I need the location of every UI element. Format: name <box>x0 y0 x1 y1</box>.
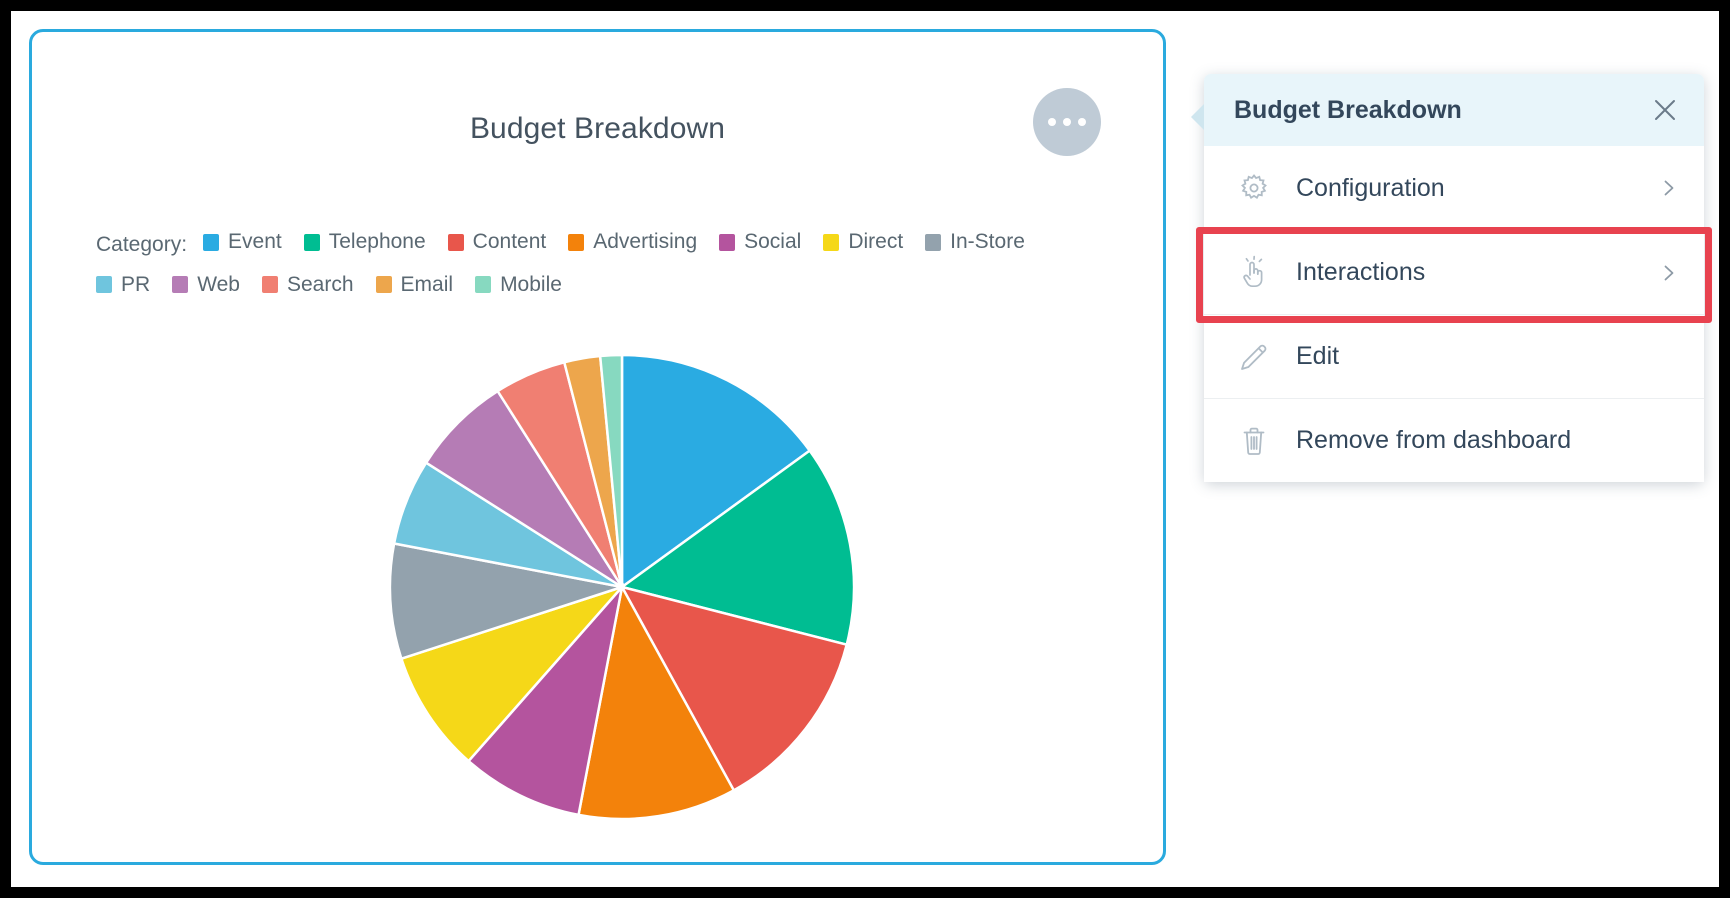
legend-color-swatch <box>262 276 278 293</box>
legend-item-label: In-Store <box>950 230 1025 253</box>
legend-item-label: Direct <box>848 230 904 253</box>
menu-item-remove-from-dashboard[interactable]: Remove from dashboard <box>1204 398 1704 482</box>
pie-chart-svg <box>388 353 856 821</box>
panel-pointer-arrow <box>1191 104 1204 130</box>
legend-item[interactable]: Direct <box>823 222 903 262</box>
legend-item[interactable]: Social <box>719 222 801 262</box>
legend-color-swatch <box>925 233 942 251</box>
legend-item-label: Event <box>228 230 282 253</box>
legend-color-swatch <box>823 233 840 251</box>
chart-legend: Category: Event Telephone Content Advertisin… <box>96 222 1116 307</box>
pencil-icon <box>1234 337 1274 377</box>
page-canvas: Budget Breakdown Category: Event Telephone… <box>11 11 1719 887</box>
legend-item-label: Social <box>744 230 802 253</box>
legend-color-swatch <box>375 276 392 293</box>
legend-item[interactable]: Telephone <box>303 222 426 262</box>
click-hand-icon <box>1234 253 1274 293</box>
legend-color-swatch <box>96 276 112 293</box>
legend-item[interactable]: Search <box>262 265 354 305</box>
panel-menu-list: Configuration Interactions Edit Remove from… <box>1204 146 1704 482</box>
trash-icon <box>1234 421 1274 461</box>
pie-chart <box>387 352 857 822</box>
panel-header: Budget Breakdown <box>1204 74 1704 146</box>
menu-item-interactions[interactable]: Interactions <box>1204 230 1704 314</box>
legend-item[interactable]: Event <box>203 222 282 262</box>
panel-title: Budget Breakdown <box>1234 95 1462 124</box>
close-icon[interactable] <box>1648 93 1682 127</box>
legend-color-swatch <box>203 233 220 251</box>
dashboard-card: Budget Breakdown Category: Event Telephone… <box>29 29 1166 865</box>
screenshot-frame: Budget Breakdown Category: Event Telephone… <box>0 0 1730 898</box>
menu-item-label: Edit <box>1296 342 1340 370</box>
menu-item-edit[interactable]: Edit <box>1204 314 1704 398</box>
legend-item-label: Advertising <box>593 230 698 253</box>
menu-item-configuration[interactable]: Configuration <box>1204 146 1704 230</box>
legend-color-swatch <box>447 233 464 251</box>
legend-item[interactable]: Content <box>447 222 547 262</box>
legend-item-label: Telephone <box>328 230 426 253</box>
legend-item-label: PR <box>121 272 151 296</box>
kebab-dot-1 <box>1048 118 1056 126</box>
more-options-button[interactable] <box>1033 88 1101 156</box>
legend-color-swatch <box>475 276 492 293</box>
legend-color-swatch <box>172 276 189 293</box>
kebab-dot-2 <box>1063 118 1071 126</box>
gear-icon <box>1234 168 1274 208</box>
legend-item[interactable]: Advertising <box>568 222 697 262</box>
legend-item-label: Web <box>197 272 240 296</box>
widget-options-panel: Budget Breakdown Configuration Interactio… <box>1191 74 1712 482</box>
legend-item-label: Mobile <box>500 272 562 296</box>
legend-item[interactable]: PR <box>96 265 150 305</box>
kebab-dot-3 <box>1078 118 1086 126</box>
legend-items: Event Telephone Content Advertising Social Di… <box>96 230 1047 299</box>
menu-item-label: Interactions <box>1296 258 1426 286</box>
legend-item[interactable]: Email <box>375 265 454 305</box>
chevron-right-icon <box>1658 177 1680 199</box>
pie-slices <box>388 353 856 821</box>
page-title: Budget Breakdown <box>469 112 726 145</box>
legend-item-label: Email <box>400 272 454 296</box>
legend-item-label: Content <box>472 230 547 253</box>
legend-color-swatch <box>719 233 736 251</box>
legend-item-label: Search <box>287 272 354 296</box>
menu-item-label: Configuration <box>1296 173 1445 202</box>
chevron-right-icon <box>1658 262 1680 284</box>
legend-item[interactable]: Web <box>172 265 240 305</box>
legend-item[interactable]: Mobile <box>475 265 562 305</box>
legend-title: Category: <box>96 232 188 256</box>
legend-color-swatch <box>568 233 585 251</box>
legend-item[interactable]: In-Store <box>925 222 1025 262</box>
menu-item-label: Remove from dashboard <box>1296 426 1572 454</box>
menu-chevron-empty <box>1658 346 1680 368</box>
legend-color-swatch <box>303 233 320 251</box>
menu-chevron-empty <box>1658 430 1680 452</box>
